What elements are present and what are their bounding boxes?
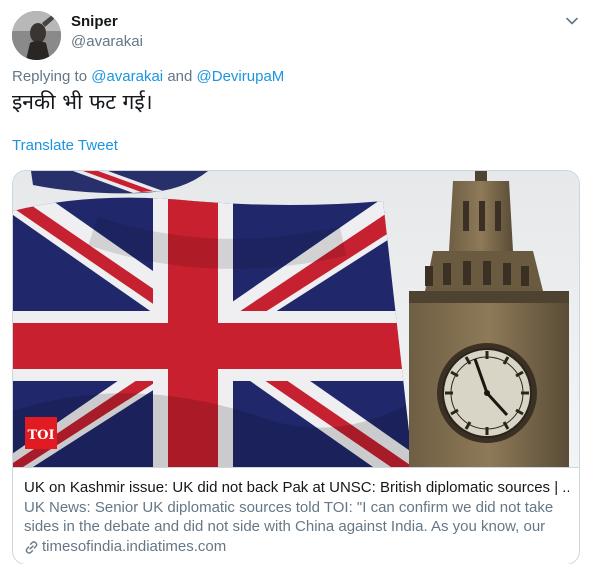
mention-devirupam[interactable]: @DevirupaM bbox=[197, 68, 285, 85]
mention-avarakai[interactable]: @avarakai bbox=[91, 68, 163, 85]
replying-to-prefix: Replying to bbox=[12, 68, 88, 85]
translate-tweet-link[interactable]: Translate Tweet bbox=[12, 137, 118, 154]
card-image[interactable]: TOI bbox=[13, 171, 579, 467]
link-icon bbox=[25, 540, 38, 554]
avatar[interactable] bbox=[12, 11, 61, 60]
card-body[interactable]: UK on Kashmir issue: UK did not back Pak… bbox=[13, 467, 579, 564]
tweet: Sniper @avarakai Replying to @avarakai a… bbox=[0, 0, 599, 564]
display-name[interactable]: Sniper bbox=[71, 13, 118, 30]
toi-logo-text: TOI bbox=[27, 428, 54, 443]
chevron-down-icon[interactable] bbox=[564, 13, 580, 29]
card-description: UK News: Senior UK diplomatic sources to… bbox=[24, 499, 554, 535]
tweet-text: इनकी भी फट गई। bbox=[12, 90, 153, 114]
replying-to: Replying to @avarakai and @DevirupaM bbox=[12, 68, 284, 85]
card-domain-text[interactable]: timesofindia.indiatimes.com bbox=[42, 537, 226, 557]
replying-to-conjunction: and bbox=[167, 68, 193, 85]
card-title[interactable]: UK on Kashmir issue: UK did not back Pak… bbox=[24, 478, 569, 498]
card-domain[interactable]: timesofindia.indiatimes.com bbox=[24, 537, 569, 557]
link-card[interactable]: TOI UK on Kashmir issue: UK did not back… bbox=[12, 170, 580, 564]
user-handle[interactable]: @avarakai bbox=[71, 33, 143, 50]
